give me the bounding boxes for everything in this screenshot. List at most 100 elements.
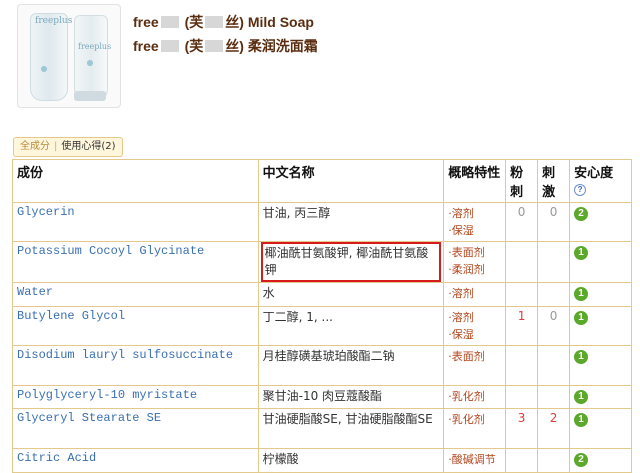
function-cell: ·溶剂 ·保湿: [443, 306, 507, 346]
header-safety: 安心度 ?: [569, 159, 632, 203]
acne-rating-cell: 0: [505, 202, 539, 242]
safety-cell: 1: [569, 385, 632, 409]
irritation-rating-cell: [537, 241, 571, 283]
ingredient-name-link[interactable]: Glycerin: [12, 202, 259, 242]
function-tag[interactable]: ·酸碱调节: [448, 451, 501, 468]
function-tag[interactable]: ·溶剂: [448, 309, 501, 326]
table-row: Polyglyceryl-10 myristate 聚甘油-10 肉豆蔻酸酯 ·乳化…: [12, 385, 632, 409]
product-title-cn: free (芙 丝) 柔润洗面霜: [133, 38, 318, 54]
table-row: Butylene Glycol 丁二醇, 1, ... ·溶剂 ·保湿 1 0 1: [12, 306, 632, 346]
chinese-name-cell: 椰油酰甘氨酸钾, 椰油酰甘氨酸钾: [257, 241, 445, 283]
chinese-name-cell: 月桂醇磺基琥珀酸酯二钠: [257, 345, 445, 386]
acne-rating-cell: [505, 385, 539, 409]
irritation-rating: 0: [549, 205, 558, 219]
function-tag[interactable]: ·乳化剂: [448, 388, 501, 405]
acne-rating: 1: [517, 309, 526, 323]
product-image[interactable]: freeplus freeplus: [17, 4, 121, 108]
acne-rating-cell: 1: [505, 306, 539, 346]
function-tag[interactable]: ·保湿: [448, 326, 501, 343]
ingredients-table: 成份 中文名称 概略特性 粉刺 刺激 安心度 ? Glycerin 甘油, 丙三醇…: [12, 159, 632, 473]
safety-cell: 1: [569, 408, 632, 449]
safety-badge-icon[interactable]: 1: [574, 246, 589, 260]
table-row: Water 水 ·溶剂 1: [12, 282, 632, 307]
tab-separator: |: [54, 141, 58, 152]
redacted-block: [160, 16, 179, 28]
function-tag[interactable]: ·溶剂: [448, 285, 501, 302]
function-cell: ·乳化剂: [443, 385, 507, 409]
function-cell: ·表面剂 ·柔润剂: [443, 241, 507, 283]
safety-cell: 1: [569, 345, 632, 386]
function-tag[interactable]: ·溶剂: [448, 205, 501, 222]
function-tag[interactable]: ·表面剂: [448, 348, 501, 365]
product-tube-image: freeplus: [74, 15, 112, 101]
irritation-rating-cell: [537, 345, 571, 386]
product-titles: free (芙 丝) Mild Soap free (芙 丝) 柔润洗面霜: [133, 12, 318, 60]
brand-logo: freeplus: [78, 42, 112, 51]
flower-decoration-icon: [83, 56, 97, 70]
function-cell: ·溶剂 ·保湿: [443, 202, 507, 242]
acne-rating-cell: [505, 345, 539, 386]
ingredient-name-link[interactable]: Potassium Cocoyl Glycinate: [12, 241, 259, 283]
acne-rating-cell: [505, 282, 539, 307]
safety-badge-icon[interactable]: 1: [574, 350, 589, 364]
safety-badge-icon[interactable]: 1: [574, 311, 589, 325]
chinese-name-cell: 甘油, 丙三醇: [257, 202, 445, 242]
safety-badge-icon[interactable]: 1: [574, 287, 589, 301]
header-ingredient: 成份: [12, 159, 259, 203]
help-icon[interactable]: ?: [574, 184, 587, 196]
function-tag[interactable]: ·柔润剂: [448, 261, 501, 278]
table-row: Glyceryl Stearate SE 甘油硬脂酸SE, 甘油硬脂酸酯SE ·乳化…: [12, 408, 632, 449]
irritation-rating-cell: 0: [537, 202, 571, 242]
tab-experience[interactable]: 使用心得(2): [61, 141, 115, 152]
redacted-block: [205, 16, 224, 28]
safety-badge-icon[interactable]: 2: [574, 207, 589, 221]
irritation-rating-cell: 2: [537, 408, 571, 449]
irritation-rating: 0: [549, 309, 558, 323]
irritation-rating-cell: [537, 385, 571, 409]
ingredient-tabs: 全成分 | 使用心得(2): [13, 137, 123, 157]
chinese-name-cell: 丁二醇, 1, ...: [257, 306, 445, 346]
irritation-rating-cell: [537, 282, 571, 307]
product-title-en: free (芙 丝) Mild Soap: [133, 14, 314, 30]
ingredient-name-link[interactable]: Glyceryl Stearate SE: [12, 408, 259, 449]
safety-cell: 1: [569, 282, 632, 307]
safety-cell: 1: [569, 241, 632, 283]
chinese-name-cell: 聚甘油-10 肉豆蔻酸酯: [257, 385, 445, 409]
function-cell: ·乳化剂: [443, 408, 507, 449]
redacted-block: [205, 40, 224, 52]
header-irritation: 刺激: [537, 159, 571, 203]
function-tag[interactable]: ·保湿: [448, 222, 501, 239]
header-acne: 粉刺: [505, 159, 539, 203]
acne-rating-cell: 3: [505, 408, 539, 449]
header-safety-label: 安心度: [574, 165, 614, 180]
safety-badge-icon[interactable]: 1: [574, 413, 589, 427]
highlighted-chinese-name: 椰油酰甘氨酸钾, 椰油酰甘氨酸钾: [260, 242, 442, 282]
acne-rating-cell: [505, 241, 539, 283]
flower-decoration-icon: [37, 62, 51, 76]
safety-badge-icon[interactable]: 1: [574, 390, 589, 404]
chinese-name-cell: 水: [257, 282, 445, 307]
ingredient-name-link[interactable]: Water: [12, 282, 259, 307]
tab-all-ingredients[interactable]: 全成分: [20, 141, 50, 152]
brand-logo: freeplus: [35, 16, 73, 26]
function-cell: ·溶剂: [443, 282, 507, 307]
irritation-rating-cell: 0: [537, 306, 571, 346]
table-row: Potassium Cocoyl Glycinate 椰油酰甘氨酸钾, 椰油酰甘氨…: [12, 241, 632, 283]
ingredient-name-link[interactable]: Polyglyceryl-10 myristate: [12, 385, 259, 409]
ingredient-name-link[interactable]: Butylene Glycol: [12, 306, 259, 346]
function-tag[interactable]: ·表面剂: [448, 244, 501, 261]
ingredient-name-link[interactable]: Disodium lauryl sulfosuccinate: [12, 345, 259, 386]
chinese-name-cell: 甘油硬脂酸SE, 甘油硬脂酸酯SE: [257, 408, 445, 449]
irritation-rating: 2: [549, 411, 558, 425]
function-tag[interactable]: ·乳化剂: [448, 411, 501, 428]
table-header-row: 成份 中文名称 概略特性 粉刺 刺激 安心度 ?: [12, 159, 632, 203]
product-box-image: freeplus: [30, 13, 72, 101]
table-row: Disodium lauryl sulfosuccinate 月桂醇磺基琥珀酸酯二…: [12, 345, 632, 386]
safety-badge-icon[interactable]: 2: [574, 453, 589, 467]
header-chinese-name: 中文名称: [257, 159, 445, 203]
redacted-block: [160, 40, 179, 52]
header-function: 概略特性: [443, 159, 507, 203]
table-row: Glycerin 甘油, 丙三醇 ·溶剂 ·保湿 0 0 2: [12, 202, 632, 242]
acne-rating: 3: [517, 411, 526, 425]
tube-cap: [74, 91, 106, 101]
